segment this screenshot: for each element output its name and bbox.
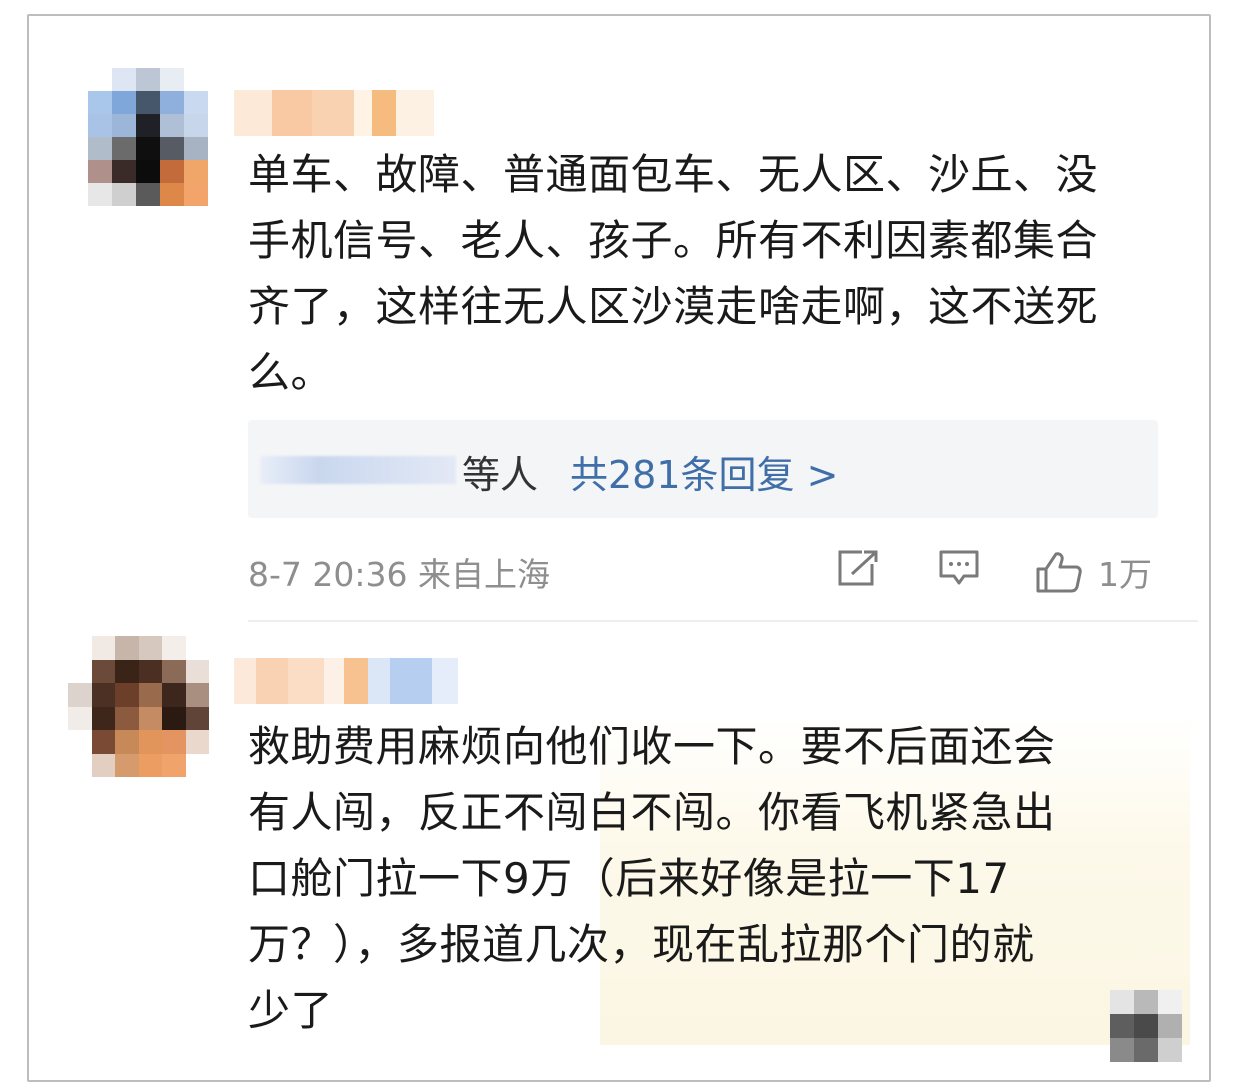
reply-summary[interactable]: 等人 共281条回复 > [248, 420, 1158, 518]
reply-usernames [260, 456, 456, 484]
divider [248, 620, 1198, 622]
like-button[interactable]: 1万 [1034, 548, 1152, 596]
like-count: 1万 [1098, 555, 1152, 594]
comment-text: 救助费用麻烦向他们收一下。要不后面还会 有人闯，反正不闯白不闯。你看飞机紧急出 … [248, 722, 1056, 1035]
avatar[interactable] [68, 636, 209, 777]
username[interactable] [234, 90, 434, 136]
watermark-blur [1110, 990, 1182, 1062]
thumbs-up-icon [1036, 552, 1082, 593]
comment-meta: 8-7 20:36 来自上海 [248, 555, 550, 594]
view-replies-link[interactable]: 共281条回复 > [570, 444, 838, 499]
comment-text: 单车、故障、普通面包车、无人区、沙丘、没 手机信号、老人、孩子。所有不利因素都集… [248, 150, 1099, 397]
comment-icon [939, 550, 979, 585]
share-button[interactable] [836, 548, 880, 588]
avatar[interactable] [88, 68, 208, 206]
username[interactable] [234, 658, 458, 704]
reply-suffix: 等人 [462, 453, 539, 497]
share-icon [838, 550, 878, 586]
reply-button[interactable] [938, 548, 980, 588]
